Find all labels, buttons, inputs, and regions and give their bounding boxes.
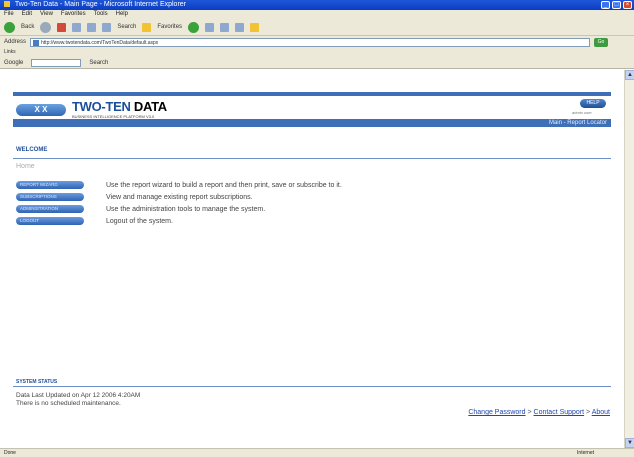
maximize-icon[interactable]: □ (612, 1, 621, 9)
favorites-icon[interactable] (142, 22, 152, 32)
help-button[interactable]: HELP (580, 99, 606, 108)
minimize-icon[interactable]: _ (601, 1, 610, 9)
menu-row-report-wizard: REPORT WIZARD Use the report wizard to b… (16, 181, 342, 189)
footer-links: Change Password > Contact Support > Abou… (468, 409, 610, 416)
scroll-up-icon[interactable]: ▲ (625, 70, 634, 80)
close-icon[interactable]: × (623, 1, 632, 9)
subscriptions-button[interactable]: SUBSCRIPTIONS (16, 193, 84, 201)
menu-help[interactable]: Help (116, 10, 128, 19)
links-bar: Links (0, 48, 634, 57)
mail-icon[interactable] (220, 22, 230, 32)
back-icon[interactable] (4, 21, 15, 33)
divider (13, 386, 611, 387)
browser-menu-bar: File Edit View Favorites Tools Help (0, 10, 634, 19)
page-viewport: X X TWO-TEN DATA BUSINESS INTELLIGENCE P… (0, 70, 624, 448)
browser-toolbar: Back Search Favorites (0, 19, 634, 36)
header-top-strip (13, 92, 611, 96)
browser-status-bar: Done Internet (0, 448, 634, 457)
security-zone: Internet (577, 450, 594, 456)
folder-icon[interactable] (250, 22, 260, 32)
google-search-button[interactable]: Search (89, 60, 108, 66)
menu-row-subscriptions: SUBSCRIPTIONS View and manage existing r… (16, 193, 253, 201)
welcome-title: WELCOME (16, 147, 48, 153)
nav-bar: Main - Report Locator (13, 119, 611, 127)
logo-title: TWO-TEN DATA (72, 99, 167, 114)
scroll-down-icon[interactable]: ▼ (625, 438, 634, 448)
menu-tools[interactable]: Tools (94, 10, 108, 19)
user-name: admin user (572, 110, 592, 115)
administration-description: Use the administration tools to manage t… (106, 205, 266, 213)
footer-separator: > (525, 409, 534, 416)
logout-description: Logout of the system. (106, 217, 173, 225)
address-label: Address (4, 39, 27, 45)
go-button[interactable]: Go (594, 37, 609, 47)
address-input[interactable]: http://www.twotendata.com/TwoTenData/def… (30, 37, 591, 47)
status-text: Done (4, 450, 16, 456)
window-title: Two-Ten Data - Main Page - Microsoft Int… (14, 1, 187, 8)
logo-mark: X X (16, 104, 66, 116)
system-status-title: SYSTEM STATUS (16, 379, 58, 385)
logout-button[interactable]: LOGOUT (16, 217, 84, 225)
vertical-scrollbar[interactable]: ▲ ▼ (624, 70, 634, 448)
menu-favorites[interactable]: Favorites (61, 10, 86, 19)
window-title-bar: Two-Ten Data - Main Page - Microsoft Int… (0, 0, 634, 10)
google-toolbar: Google Search (0, 57, 634, 69)
divider (13, 158, 611, 159)
menu-row-logout: LOGOUT Logout of the system. (16, 217, 173, 225)
report-wizard-description: Use the report wizard to build a report … (106, 181, 342, 189)
contact-support-link[interactable]: Contact Support (534, 409, 585, 416)
favorites-label[interactable]: Favorites (157, 24, 182, 30)
stop-icon[interactable] (57, 22, 67, 32)
footer-separator: > (584, 409, 592, 416)
report-wizard-button[interactable]: REPORT WIZARD (16, 181, 84, 189)
search-icon[interactable] (102, 22, 112, 32)
back-label[interactable]: Back (21, 24, 34, 30)
ie-icon (4, 1, 10, 8)
administration-button[interactable]: ADMINISTRATION (16, 205, 84, 213)
breadcrumb-home[interactable]: Home (16, 163, 35, 170)
forward-icon[interactable] (40, 21, 52, 33)
logo-title-a: TWO-TEN (72, 99, 131, 114)
app-logo[interactable]: X X TWO-TEN DATA BUSINESS INTELLIGENCE P… (16, 99, 167, 119)
change-password-link[interactable]: Change Password (468, 409, 525, 416)
about-link[interactable]: About (592, 409, 610, 416)
google-label[interactable]: Google (4, 60, 23, 66)
menu-view[interactable]: View (40, 10, 53, 19)
refresh-icon[interactable] (72, 22, 82, 32)
menu-file[interactable]: File (4, 10, 14, 19)
menu-edit[interactable]: Edit (22, 10, 32, 19)
google-search-input[interactable] (31, 58, 82, 67)
subscriptions-description: View and manage existing report subscrip… (106, 193, 253, 201)
links-label[interactable]: Links (4, 49, 16, 55)
media-icon[interactable] (188, 21, 200, 33)
history-icon[interactable] (205, 22, 215, 32)
maintenance-text: There is no scheduled maintenance. (16, 400, 121, 407)
search-label[interactable]: Search (117, 24, 136, 30)
print-icon[interactable] (235, 22, 245, 32)
data-updated-text: Data Last Updated on Apr 12 2006 4:20AM (16, 392, 141, 399)
address-bar: Address http://www.twotendata.com/TwoTen… (0, 36, 634, 48)
logo-title-b: DATA (133, 99, 167, 114)
nav-breadcrumb: Main - Report Locator (548, 120, 607, 126)
menu-row-administration: ADMINISTRATION Use the administration to… (16, 205, 265, 213)
home-icon[interactable] (87, 22, 97, 32)
